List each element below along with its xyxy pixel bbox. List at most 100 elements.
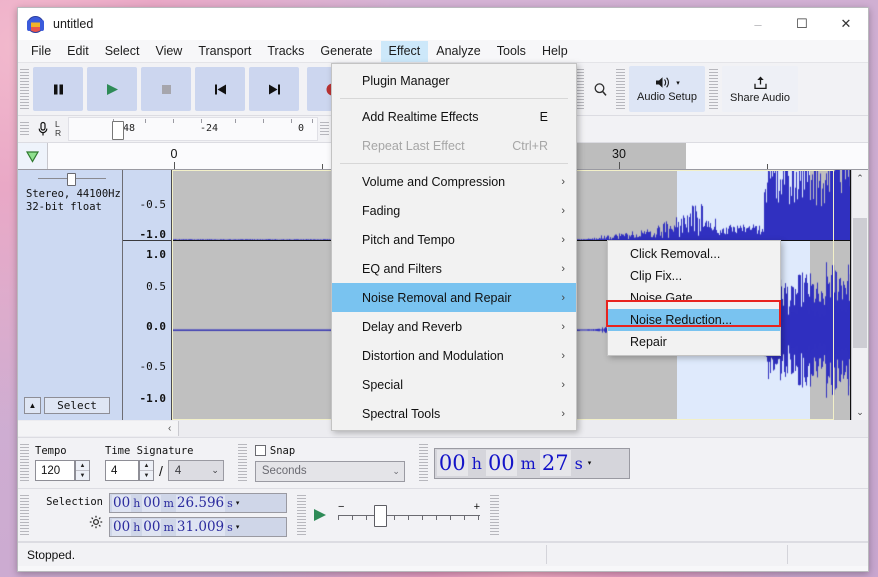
playback-meter-grip[interactable] (320, 122, 329, 136)
track-control-panel[interactable]: Stereo, 44100Hz 32-bit float ▲ Select (18, 170, 123, 420)
menu-edit[interactable]: Edit (59, 41, 97, 62)
vertical-ruler[interactable]: -0.5 -1.0 1.0 0.5 0.0 -0.5 -1.0 (123, 170, 172, 420)
meter-tick-minus24: -24 (200, 123, 219, 134)
sel-start-dropdown-icon[interactable]: ▾ (236, 499, 240, 507)
effect-menu-item-spectral-tools[interactable]: Spectral Tools › (332, 399, 576, 428)
snap-mode-select[interactable]: Seconds ⌄ (254, 460, 405, 482)
stop-button[interactable] (141, 67, 191, 111)
audio-setup-grip[interactable] (616, 69, 625, 109)
effect-menu-item-volume-and-compression[interactable]: Volume and Compression › (332, 167, 576, 196)
stop-icon (161, 84, 171, 94)
menu-item-label: Distortion and Modulation (362, 348, 504, 363)
pinned-play-head-button[interactable] (18, 143, 48, 169)
sel-end-dropdown-icon[interactable]: ▾ (236, 523, 240, 531)
close-button[interactable]: ✕ (824, 8, 868, 40)
menu-analyze[interactable]: Analyze (428, 41, 488, 62)
vruler-bot-zero: 0.0 (146, 320, 166, 333)
effect-menu-item-delay-and-reverb[interactable]: Delay and Reverb › (332, 312, 576, 341)
recording-meter-scale[interactable]: -48 -24 0 (68, 117, 318, 141)
audio-position-m-unit: m (520, 453, 536, 473)
selection-start-display[interactable]: 00 h 00 m 26.596 s ▾ (109, 493, 287, 513)
share-audio-grip[interactable] (709, 69, 718, 109)
menu-tools[interactable]: Tools (489, 41, 534, 62)
effect-menu-item-eq-and-filters[interactable]: EQ and Filters › (332, 254, 576, 283)
audio-position-s-unit: s (574, 453, 583, 473)
skip-to-end-button[interactable] (249, 67, 299, 111)
effect-menu-item-fading[interactable]: Fading › (332, 196, 576, 225)
minimize-button[interactable]: – (736, 8, 780, 40)
play-speed-grip[interactable] (297, 495, 306, 535)
menu-select[interactable]: Select (97, 41, 148, 62)
noise-submenu-item-repair[interactable]: Repair (608, 331, 780, 353)
menu-effect[interactable]: Effect (380, 40, 429, 62)
sel-start-minutes: 00 (142, 494, 162, 512)
recording-meter-button[interactable] (31, 121, 55, 137)
audio-position-grip[interactable] (418, 444, 428, 482)
effect-menu-item-special[interactable]: Special › (332, 370, 576, 399)
vertical-scroll-thumb[interactable] (853, 218, 867, 348)
zoom-in-button[interactable] (586, 78, 614, 100)
menu-item-label: Repair (630, 335, 667, 349)
menu-file[interactable]: File (23, 41, 59, 62)
time-sig-upper-stepper[interactable]: ▲ ▼ (139, 460, 154, 481)
audio-setup-button[interactable]: ▾ Audio Setup (629, 66, 705, 112)
menu-item-shortcut: Ctrl+R (512, 138, 548, 153)
menu-transport[interactable]: Transport (190, 41, 259, 62)
share-audio-button[interactable]: Share Audio (722, 66, 798, 112)
menu-item-label: Add Realtime Effects (362, 109, 479, 124)
track-gain-slider[interactable] (38, 173, 106, 186)
audacity-window: untitled – ☐ ✕ File Edit Select View Tra… (17, 7, 869, 572)
effect-menu-item-noise-removal-and-repair[interactable]: Noise Removal and Repair › (332, 283, 576, 312)
scroll-down-arrow[interactable]: ⌄ (852, 404, 868, 420)
selection-grip[interactable] (20, 495, 29, 535)
selection-end-display[interactable]: 00 h 00 m 31.009 s ▾ (109, 517, 287, 537)
play-speed-thumb[interactable] (374, 505, 387, 527)
meter-channel-labels: L R (55, 120, 66, 138)
play-speed-slider[interactable]: − + (338, 501, 480, 528)
collapse-track-button[interactable]: ▲ (24, 397, 41, 414)
snap-checkbox[interactable] (254, 445, 266, 456)
effect-menu-item-distortion-and-modulation[interactable]: Distortion and Modulation › (332, 341, 576, 370)
h-scroll-grip[interactable]: ‹ (168, 423, 171, 434)
title-bar: untitled – ☐ ✕ (18, 8, 868, 40)
noise-submenu-item-click-removal[interactable]: Click Removal... (608, 243, 780, 265)
sel-start-hours: 00 (112, 494, 132, 512)
menu-item-label: Noise Gate... (630, 291, 703, 305)
speed-minus-label: − (338, 501, 345, 513)
pause-button[interactable] (33, 67, 83, 111)
skip-to-start-button[interactable] (195, 67, 245, 111)
maximize-button[interactable]: ☐ (780, 8, 824, 40)
snap-toolbar-grip[interactable] (237, 444, 247, 482)
effect-menu-item-add-realtime-effects[interactable]: Add Realtime Effects E (332, 102, 576, 131)
menu-view[interactable]: View (147, 41, 190, 62)
audio-position-dropdown-icon[interactable]: ▾ (588, 459, 592, 467)
vertical-scrollbar[interactable]: ⌃ ⌄ (851, 170, 868, 420)
track-select-button[interactable]: Select (44, 397, 110, 414)
noise-submenu-item-noise-gate[interactable]: Noise Gate... (608, 287, 780, 309)
noise-submenu-item-noise-reduction[interactable]: Noise Reduction... (608, 309, 780, 331)
timesig-grip[interactable] (20, 444, 29, 482)
menu-help[interactable]: Help (534, 41, 576, 62)
menu-generate[interactable]: Generate (312, 41, 380, 62)
audio-position-display[interactable]: 00 h 00 m 27 s ▾ (433, 447, 630, 479)
tempo-stepper[interactable]: ▲ ▼ (75, 460, 90, 481)
tempo-input[interactable]: 120 (35, 460, 75, 481)
toolbar-grip[interactable] (20, 69, 29, 109)
scroll-up-arrow[interactable]: ⌃ (852, 170, 868, 186)
effect-menu-item-pitch-and-tempo[interactable]: Pitch and Tempo › (332, 225, 576, 254)
effect-menu-item-plugin-manager[interactable]: Plugin Manager (332, 66, 576, 95)
menu-separator (340, 98, 568, 99)
menu-tracks[interactable]: Tracks (259, 41, 312, 62)
play-at-speed-button[interactable] (308, 507, 332, 523)
selection-end-grip[interactable] (490, 495, 499, 535)
selection-settings-button[interactable] (35, 515, 103, 534)
recording-meter-grip[interactable] (20, 122, 29, 136)
play-button[interactable] (87, 67, 137, 111)
time-sig-lower-select[interactable]: 4 ⌄ (167, 460, 224, 481)
meter-thumb[interactable] (112, 121, 124, 140)
menu-item-label: Repeat Last Effect (362, 138, 465, 153)
status-message: Stopped. (27, 547, 76, 562)
sel-end-s-unit: s (227, 520, 233, 534)
noise-submenu-item-clip-fix[interactable]: Clip Fix... (608, 265, 780, 287)
time-sig-upper-input[interactable]: 4 (105, 460, 139, 481)
